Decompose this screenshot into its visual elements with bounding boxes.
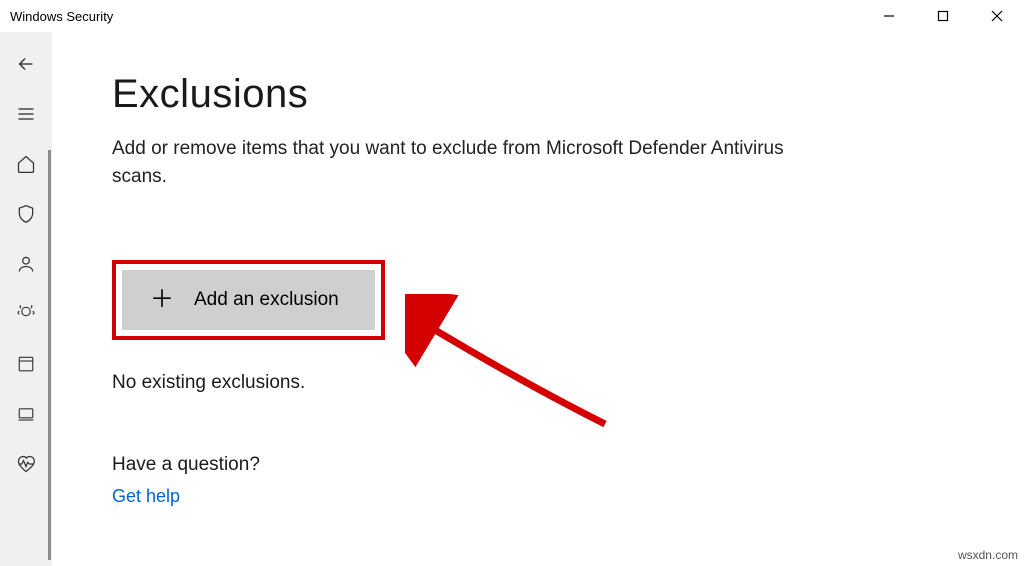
titlebar: Windows Security xyxy=(0,0,1024,32)
main-content: Exclusions Add or remove items that you … xyxy=(52,32,1024,566)
back-icon[interactable] xyxy=(14,52,38,76)
device-security-icon[interactable] xyxy=(14,402,38,426)
sidebar xyxy=(0,32,52,566)
menu-icon[interactable] xyxy=(14,102,38,126)
window-controls xyxy=(862,0,1024,32)
get-help-link[interactable]: Get help xyxy=(112,486,180,506)
page-description: Add or remove items that you want to exc… xyxy=(112,135,812,190)
account-icon[interactable] xyxy=(14,252,38,276)
add-exclusion-button[interactable]: ＋ Add an exclusion xyxy=(122,270,375,330)
app-browser-icon[interactable] xyxy=(14,352,38,376)
window-title: Windows Security xyxy=(10,9,113,24)
minimize-button[interactable] xyxy=(862,0,916,32)
annotation-highlight: ＋ Add an exclusion xyxy=(112,260,385,340)
home-icon[interactable] xyxy=(14,152,38,176)
firewall-icon[interactable] xyxy=(14,302,38,326)
device-health-icon[interactable] xyxy=(14,452,38,476)
add-exclusion-label: Add an exclusion xyxy=(194,289,339,311)
close-button[interactable] xyxy=(970,0,1024,32)
exclusions-status: No existing exclusions. xyxy=(112,372,964,394)
shield-icon[interactable] xyxy=(14,202,38,226)
maximize-button[interactable] xyxy=(916,0,970,32)
page-title: Exclusions xyxy=(112,72,964,117)
plus-icon: ＋ xyxy=(150,288,174,312)
sidebar-active-indicator xyxy=(48,150,51,560)
watermark: wsxdn.com xyxy=(958,548,1018,562)
question-heading: Have a question? xyxy=(112,454,964,476)
